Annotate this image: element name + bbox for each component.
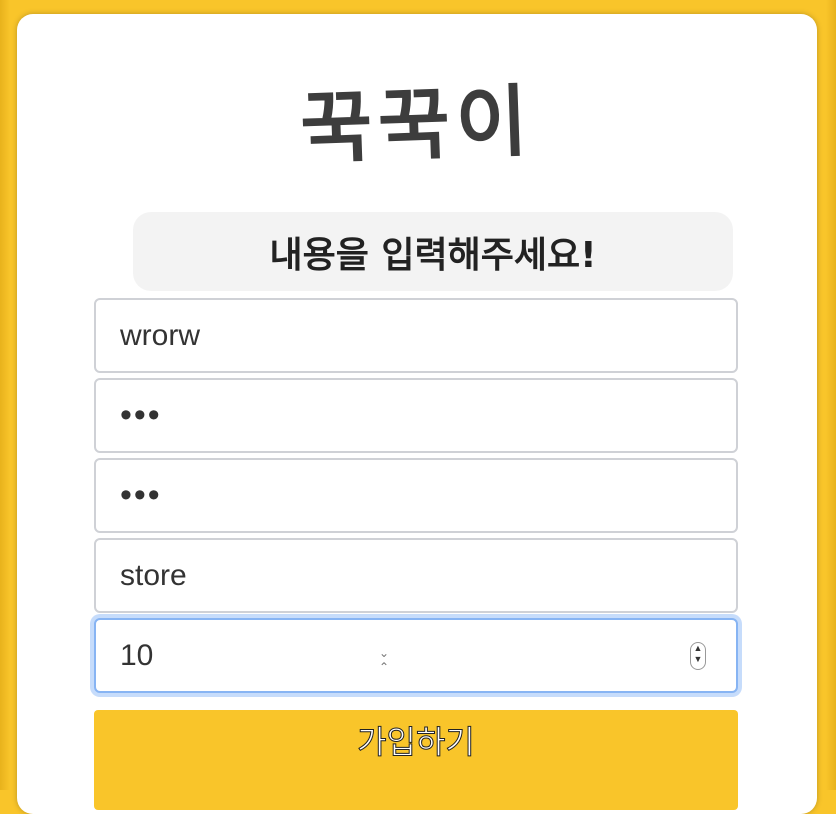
signup-button[interactable]: 가입하기: [94, 710, 738, 810]
password-confirm-value: •••: [120, 476, 162, 514]
password-input[interactable]: •••: [94, 378, 738, 453]
signup-button-label: 가입하기: [357, 723, 476, 762]
instruction-text: 내용을 입력해주세요!: [269, 234, 597, 276]
number-stepper[interactable]: ▲ ▼: [690, 642, 706, 670]
username-input[interactable]: wrorw: [94, 298, 738, 373]
store-value: store: [120, 558, 187, 592]
instruction-banner: 내용을 입력해주세요!: [133, 212, 733, 291]
app-logo: 꾹꾹이: [298, 76, 536, 176]
password-confirm-input[interactable]: •••: [94, 458, 738, 533]
username-value: wrorw: [120, 318, 200, 352]
password-value: •••: [120, 396, 162, 434]
store-input[interactable]: store: [94, 538, 738, 613]
number-value: 10: [120, 638, 154, 672]
chevron-updown-icon: ⌄ ⌃: [379, 646, 390, 674]
number-input[interactable]: 10 ⌄ ⌃ ▲ ▼: [94, 618, 738, 693]
